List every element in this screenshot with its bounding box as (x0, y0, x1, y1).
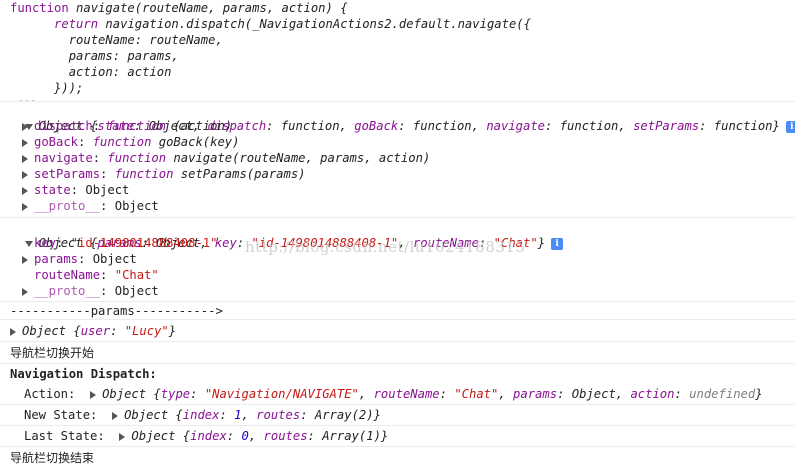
log-row (0, 384, 795, 405)
object-row (0, 102, 795, 218)
log-row (0, 405, 795, 426)
object-row (0, 218, 795, 302)
nav-dispatch-title: Navigation Dispatch: (10, 367, 157, 381)
watermark: http://blog.csdn.net/lu1024188315 (245, 238, 526, 256)
object-row (0, 320, 795, 342)
nav-end-text: 导航栏切换结束 (10, 451, 95, 465)
divider-row (0, 302, 795, 320)
log-row (0, 426, 795, 447)
code-row (0, 0, 795, 102)
log-row (0, 342, 795, 364)
